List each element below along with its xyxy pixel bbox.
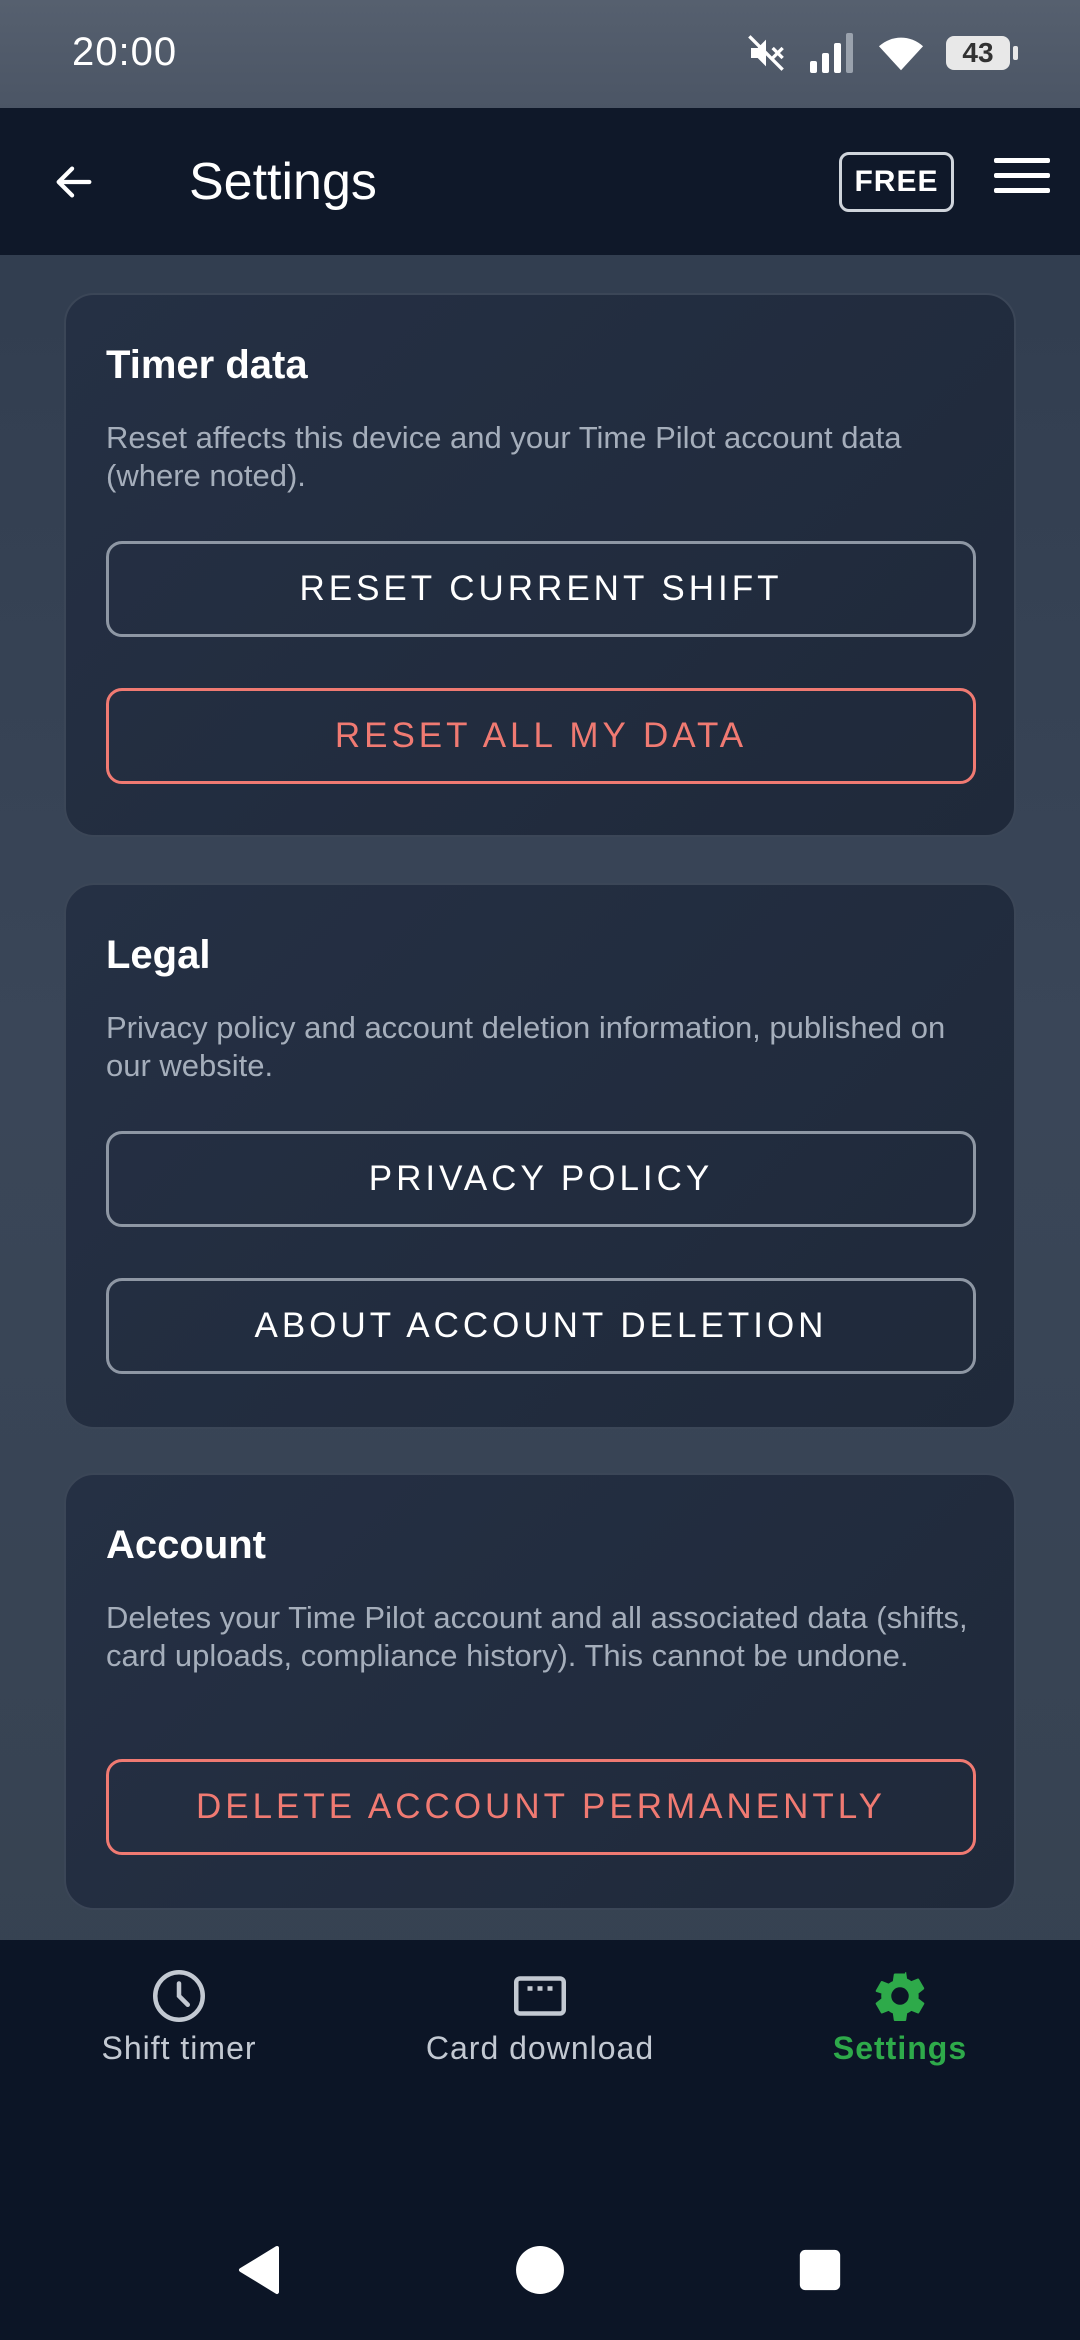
signal-icon (810, 33, 853, 73)
settings-screen: 20:00 43 Settings FREE Timer data Reset … (0, 0, 1080, 2340)
back-button[interactable] (44, 152, 104, 212)
plan-badge[interactable]: FREE (839, 152, 954, 212)
wifi-icon (878, 37, 924, 71)
legal-description: Privacy policy and account deletion info… (106, 1010, 946, 1083)
triangle-back-icon (239, 2246, 279, 2294)
account-description: Deletes your Time Pilot account and all … (106, 1600, 968, 1673)
hamburger-menu-icon[interactable] (994, 158, 1050, 206)
battery-level: 43 (962, 37, 994, 68)
account-card: Account Deletes your Time Pilot account … (64, 1473, 1016, 1910)
circle-home-icon (516, 2246, 564, 2294)
system-home-button[interactable] (510, 2240, 570, 2300)
privacy-policy-button[interactable]: PRIVACY POLICY (106, 1131, 976, 1227)
page-title: Settings (189, 153, 377, 211)
nav-label-card-download: Card download (425, 2030, 655, 2066)
arrow-left-icon (56, 166, 92, 198)
nav-label-shift-timer: Shift timer (101, 2030, 257, 2066)
clock-icon (153, 1970, 205, 2022)
timer-data-description: Reset affects this device and your Time … (106, 420, 902, 493)
legal-card: Legal Privacy policy and account deletio… (64, 883, 1016, 1429)
nav-label-settings: Settings (832, 2030, 968, 2066)
nav-item-settings[interactable]: Settings (750, 1966, 1050, 2106)
nav-item-shift-timer[interactable]: Shift timer (29, 1966, 329, 2106)
legal-title: Legal (106, 933, 211, 977)
gear-icon (875, 1972, 925, 2022)
nav-item-card-download[interactable]: Card download (390, 1966, 690, 2106)
card-reader-icon (514, 1976, 566, 2016)
reset-current-shift-button[interactable]: RESET CURRENT SHIFT (106, 541, 976, 637)
status-bar: 20:00 43 (0, 0, 1080, 108)
system-back-button[interactable] (229, 2240, 289, 2300)
system-recents-button[interactable] (790, 2240, 850, 2300)
mute-icon (748, 35, 784, 71)
square-recents-icon (799, 2249, 841, 2291)
delete-account-button[interactable]: DELETE ACCOUNT PERMANENTLY (106, 1759, 976, 1855)
status-time: 20:00 (72, 30, 178, 74)
timer-data-title: Timer data (106, 343, 308, 387)
system-nav-bar (0, 2240, 1080, 2310)
about-account-deletion-button[interactable]: ABOUT ACCOUNT DELETION (106, 1278, 976, 1374)
account-title: Account (106, 1523, 266, 1567)
status-icons: 43 (746, 30, 1018, 76)
battery-icon: 43 (946, 36, 1018, 70)
app-bar: Settings FREE (0, 108, 1080, 255)
reset-all-data-button[interactable]: RESET ALL MY DATA (106, 688, 976, 784)
timer-data-card: Timer data Reset affects this device and… (64, 293, 1016, 837)
